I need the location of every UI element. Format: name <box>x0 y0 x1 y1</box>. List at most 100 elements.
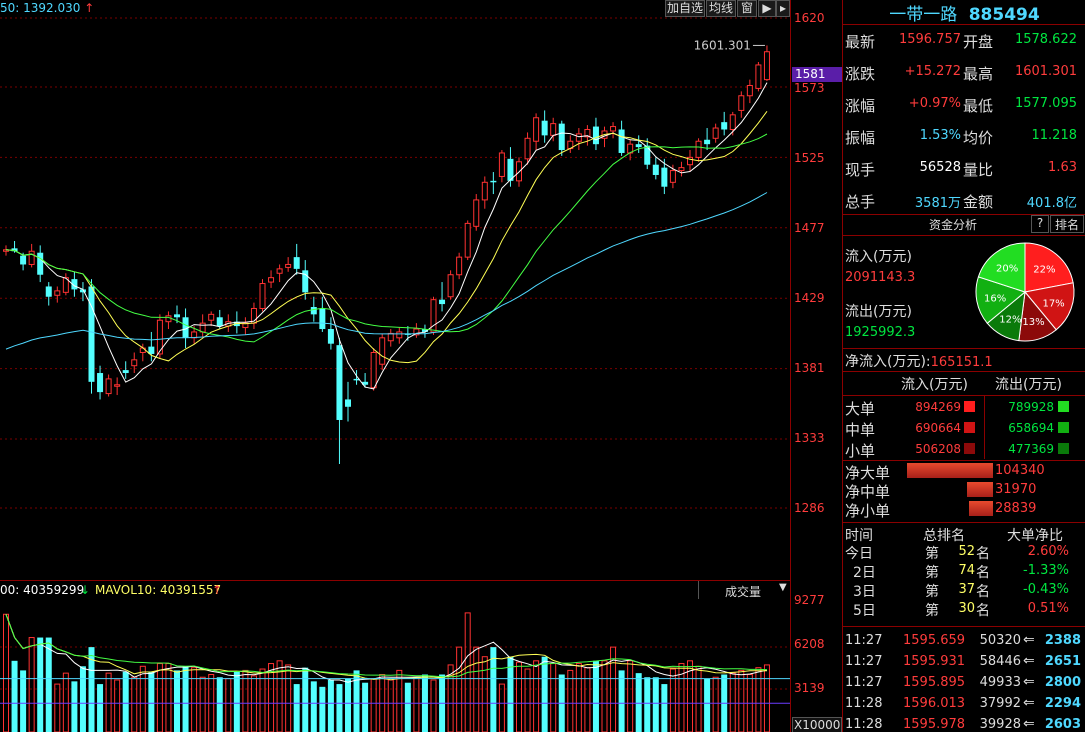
tick-arrow-icon: ⇐ <box>1023 716 1035 732</box>
volume-bar <box>592 660 599 732</box>
ma5-line <box>5 82 768 390</box>
volume-bar <box>404 682 411 732</box>
order-label: 大单 <box>845 400 876 418</box>
quote-value: 1601.301 <box>1014 64 1077 79</box>
kline-panel[interactable]: 1601.301 <box>0 0 790 580</box>
inflow-value: 2091143.3 <box>845 270 916 285</box>
rank-number: 74 <box>958 563 975 578</box>
candle <box>533 113 540 151</box>
candle <box>644 138 651 170</box>
volume-bar <box>54 683 61 732</box>
volume-bar <box>712 676 719 732</box>
volume-bar <box>293 684 300 732</box>
net-order-bar <box>969 501 993 516</box>
candle <box>370 348 377 391</box>
tick-row[interactable]: 11:27 1595.659 50320 ⇐ 2388 <box>843 632 1085 653</box>
ma-up-arrow: ↑ <box>84 1 95 15</box>
goto-end-icon[interactable]: ▸ <box>776 0 790 17</box>
quote-label: 现手 <box>845 161 876 179</box>
volume-bar <box>567 669 574 732</box>
candle <box>592 117 599 151</box>
pie-label: 20% <box>996 263 1018 274</box>
tick-1333: 1333 <box>794 431 825 445</box>
ma-lines-button[interactable]: 均线 <box>706 0 736 17</box>
volume-bar <box>268 663 275 732</box>
candle <box>498 150 505 183</box>
help-button[interactable]: ? <box>1031 215 1049 233</box>
volume-bar <box>45 637 52 732</box>
volume-bar <box>550 663 557 732</box>
tick-count: 2800 <box>1044 675 1081 690</box>
candle <box>327 317 334 350</box>
volume-bar <box>182 666 189 732</box>
window-button[interactable]: 窗 <box>737 0 757 17</box>
rank-row: 2日 第 74 名 -1.33% <box>843 561 1085 581</box>
chevron-down-icon: ▼ <box>779 582 787 593</box>
rank-number: 30 <box>958 601 975 616</box>
volume-bar <box>174 670 180 732</box>
right-panel: 一带一路 885494 最新 1596.757 开盘 1578.622 涨跌 +… <box>842 0 1085 732</box>
volume-bar <box>584 667 591 732</box>
fund-analysis-tab[interactable]: 资金分析 <box>913 216 993 233</box>
volume-bar <box>644 677 651 732</box>
tick-volume: 50320 <box>979 633 1021 648</box>
candle <box>464 220 471 261</box>
candle <box>259 279 266 312</box>
kline-chart[interactable]: 1601.301 <box>0 0 790 580</box>
rank-number: 52 <box>958 544 975 559</box>
candle <box>567 135 574 153</box>
order-outflow-swatch <box>1058 422 1069 433</box>
rank-suffix: 名 <box>976 584 990 600</box>
order-row: 小单 506208 477369 <box>843 438 1085 460</box>
scroll-right-icon[interactable]: ▶ <box>758 0 776 17</box>
candle <box>738 91 745 118</box>
tick-row[interactable]: 11:28 1595.978 39928 ⇐ 2603 <box>843 716 1085 732</box>
col-outflow-header: 流出(万元) <box>995 377 1062 393</box>
quote-value: 401.8亿 <box>1026 196 1077 211</box>
order-outflow-value: 477369 <box>1008 442 1054 456</box>
stock-name: 一带一路 <box>889 5 958 25</box>
ma-label: 50: 1392.030 <box>0 1 81 15</box>
tick-count: 2603 <box>1044 717 1081 732</box>
volume-bar <box>695 665 702 732</box>
add-watchlist-button[interactable]: 加自选 <box>665 0 705 17</box>
rank-row: 3日 第 37 名 -0.43% <box>843 580 1085 600</box>
volume-panel[interactable] <box>0 598 790 732</box>
order-flow-table: 大单 894269 789928 中单 690664 658694 小单 506… <box>843 396 1085 460</box>
volume-chart[interactable] <box>0 598 790 732</box>
rank-button[interactable]: 排名 <box>1050 215 1084 233</box>
tick-row[interactable]: 11:27 1595.931 58446 ⇐ 2651 <box>843 653 1085 674</box>
net-order-value: 31970 <box>995 482 1037 497</box>
volume-bar <box>28 637 35 732</box>
tick-time: 11:27 <box>845 675 883 690</box>
volume-bar <box>627 660 634 732</box>
candle <box>3 245 9 256</box>
candle <box>456 252 463 280</box>
volume-bar <box>430 679 437 732</box>
quote-label: 涨幅 <box>845 97 876 115</box>
rank-table: 今日 第 52 名 2.60% 2日 第 74 名 -1.33% 3日 第 37… <box>843 542 1085 619</box>
candle <box>387 329 394 347</box>
volume-bar <box>413 676 420 732</box>
rank-period: 3日 <box>853 584 876 600</box>
tick-row[interactable]: 11:27 1595.895 49933 ⇐ 2800 <box>843 674 1085 695</box>
volume-bar <box>114 679 121 732</box>
tick-row[interactable]: 11:28 1596.013 37992 ⇐ 2294 <box>843 695 1085 716</box>
ma10-line <box>5 111 768 364</box>
indicator-selector[interactable]: 成交量 ▼ <box>698 581 790 599</box>
candle <box>362 373 369 388</box>
quote-value: +0.97% <box>908 96 961 111</box>
mavol10-arrow: ↑ <box>212 583 223 597</box>
candle <box>447 270 454 300</box>
candle <box>558 120 565 156</box>
candle <box>687 150 693 173</box>
tick-list[interactable]: 11:27 1595.659 50320 ⇐ 2388 11:27 1595.9… <box>843 627 1085 732</box>
order-outflow-swatch <box>1058 401 1069 412</box>
quote-value: 1.63 <box>1048 160 1077 175</box>
ma-readout: 50: 1392.030 ↑ <box>0 1 94 15</box>
volume-bar <box>3 613 9 732</box>
candle <box>45 282 52 306</box>
vol-tick-9277: 9277 <box>794 593 825 607</box>
quote-value: 1596.757 <box>898 32 961 47</box>
candle <box>661 158 668 195</box>
